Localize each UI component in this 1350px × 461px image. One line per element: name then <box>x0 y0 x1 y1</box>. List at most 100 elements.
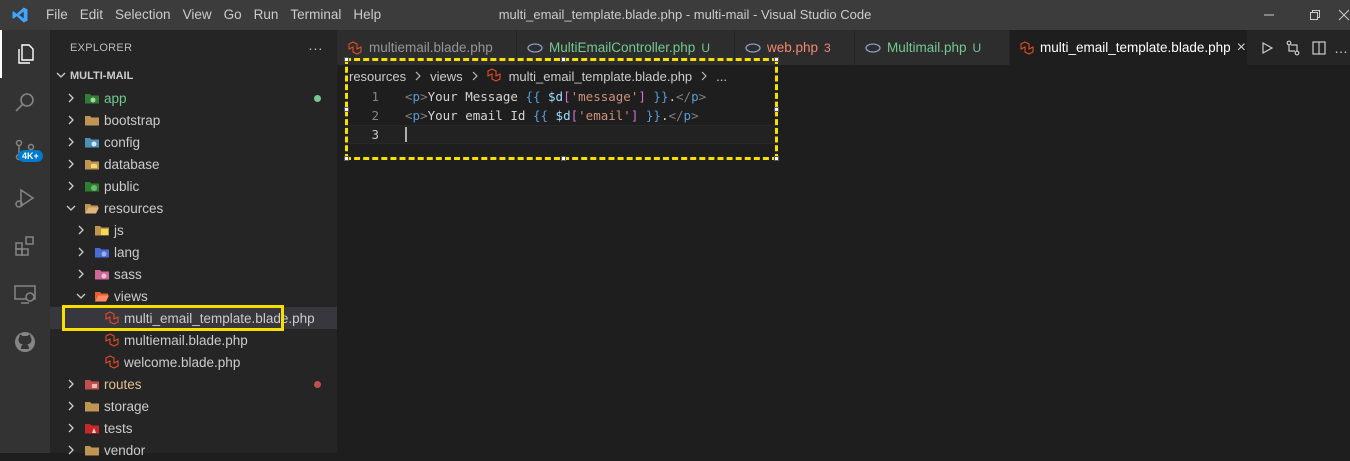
open-changes-icon[interactable] <box>1280 40 1306 56</box>
breadcrumb-file[interactable]: multi_email_template.blade.php <box>509 69 693 84</box>
folder-config-icon <box>84 134 100 150</box>
folder-app-icon <box>84 90 100 106</box>
tree-item-vendor[interactable]: vendor <box>50 439 337 461</box>
tree-item-storage[interactable]: storage <box>50 395 337 417</box>
chevron-right-icon <box>64 399 78 413</box>
breadcrumb: resources views multi_email_template.bla… <box>345 65 731 87</box>
tree-item-config[interactable]: config <box>50 131 337 153</box>
tree-item-views[interactable]: views <box>50 285 337 307</box>
line-number: 3 <box>371 127 379 142</box>
tab-label: multiemail.blade.php <box>369 40 493 55</box>
tab-multimail-php[interactable]: Multimail.php U <box>855 30 1010 65</box>
line-number: 1 <box>371 89 379 104</box>
close-tab-icon[interactable]: × <box>1237 39 1246 57</box>
tree-item-lang[interactable]: lang <box>50 241 337 263</box>
remote-explorer-icon[interactable] <box>0 270 50 318</box>
tab-multiemail-blade[interactable]: multiemail.blade.php <box>337 30 517 65</box>
folder-icon <box>84 398 100 414</box>
menu-terminal[interactable]: Terminal <box>284 0 347 30</box>
menu-go[interactable]: Go <box>218 0 248 30</box>
untracked-badge: U <box>972 40 982 55</box>
chevron-down-icon <box>54 68 68 85</box>
menu-help[interactable]: Help <box>347 0 387 30</box>
chevron-right-icon <box>64 157 78 171</box>
chevron-right-icon <box>64 179 78 193</box>
search-icon[interactable] <box>0 78 50 126</box>
more-actions-icon[interactable]: ··· <box>308 40 323 56</box>
extensions-icon[interactable] <box>0 222 50 270</box>
editor-tabs: multiemail.blade.php MultiEmailControlle… <box>337 30 1350 65</box>
tree-item-resources[interactable]: resources <box>50 197 337 219</box>
laravel-icon <box>104 310 120 326</box>
explorer-title: EXPLORER <box>70 41 133 54</box>
laravel-file-icon <box>347 40 363 55</box>
folder-public-icon <box>84 178 100 194</box>
folder-js-icon <box>94 222 110 238</box>
tree-item-bootstrap[interactable]: bootstrap <box>50 109 337 131</box>
breadcrumb-views[interactable]: views <box>430 69 463 84</box>
activity-bar: 4K+ <box>0 30 50 453</box>
github-icon[interactable] <box>0 318 50 366</box>
folder-lang-icon <box>94 244 110 260</box>
code-line[interactable]: <p>Your Message {{ $d['message'] }}.</p> <box>405 87 706 106</box>
tree-item-welcome-blade[interactable]: welcome.blade.php <box>50 351 337 373</box>
breadcrumb-symbols[interactable]: ... <box>716 69 727 84</box>
laravel-file-icon <box>487 67 501 85</box>
folder-icon <box>84 112 100 128</box>
chevron-right-icon <box>471 69 479 84</box>
tree-item-label: multiemail.blade.php <box>124 332 248 348</box>
tree-item-database[interactable]: database <box>50 153 337 175</box>
tree-item-label: config <box>104 134 141 150</box>
tab-multiemailcontroller[interactable]: MultiEmailController.php U <box>517 30 735 65</box>
minimize-icon[interactable] <box>1246 0 1292 30</box>
chevron-down-icon <box>74 289 88 303</box>
tab-web-php[interactable]: web.php 3 <box>735 30 855 65</box>
menu-selection[interactable]: Selection <box>109 0 177 30</box>
tab-label: multi_email_template.blade.php <box>1040 40 1231 55</box>
code-line[interactable]: <p>Your email Id {{ $d['email'] }}.</p> <box>405 106 699 125</box>
tree-item-multiemail-blade[interactable]: multiemail.blade.php <box>50 329 337 351</box>
tree-item-label: tests <box>104 420 133 436</box>
close-window-icon[interactable] <box>1338 0 1350 30</box>
menu-edit[interactable]: Edit <box>74 0 109 30</box>
tab-label: MultiEmailController.php <box>549 40 696 55</box>
tab-multi-email-template[interactable]: multi_email_template.blade.php × <box>1010 30 1248 65</box>
folder-sass-icon <box>94 266 110 282</box>
explorer-icon[interactable] <box>0 30 50 78</box>
php-file-icon <box>527 41 543 55</box>
split-editor-icon[interactable] <box>1306 40 1332 56</box>
workspace-section[interactable]: MULTI-MAIL <box>50 65 337 87</box>
tree-item-label: app <box>104 90 127 106</box>
run-debug-icon[interactable] <box>0 174 50 222</box>
tree-item-sass[interactable]: sass <box>50 263 337 285</box>
line-number: 2 <box>371 108 379 123</box>
breadcrumb-resources[interactable]: resources <box>349 69 406 84</box>
run-icon[interactable] <box>1254 41 1280 55</box>
tree-item-public[interactable]: public <box>50 175 337 197</box>
menu-file[interactable]: File <box>40 0 74 30</box>
tab-label: web.php <box>767 40 819 55</box>
chevron-right-icon <box>700 69 708 84</box>
tree-item-label: public <box>104 178 140 194</box>
restore-icon[interactable] <box>1292 0 1338 30</box>
menu-view[interactable]: View <box>177 0 218 30</box>
tree-item-multi-email-template[interactable]: multi_email_template.blade.php <box>50 307 337 329</box>
folder-db-icon <box>84 156 100 172</box>
tree-item-js[interactable]: js <box>50 219 337 241</box>
menu-run[interactable]: Run <box>248 0 285 30</box>
tree-item-routes[interactable]: routes <box>50 373 337 395</box>
source-control-badge: 4K+ <box>18 150 43 162</box>
tree-item-tests[interactable]: tests <box>50 417 337 439</box>
tree-item-label: bootstrap <box>104 112 161 128</box>
title-bar: File Edit Selection View Go Run Terminal… <box>0 0 1350 30</box>
tree-item-app[interactable]: app <box>50 87 337 109</box>
explorer-header: EXPLORER ··· <box>50 30 337 65</box>
tree-item-label: lang <box>114 244 140 260</box>
window-controls <box>1246 0 1350 30</box>
workspace-name: MULTI-MAIL <box>70 70 134 82</box>
chevron-down-icon <box>64 201 78 215</box>
more-actions-icon[interactable]: … <box>1332 40 1350 56</box>
tree-item-label: resources <box>104 200 164 216</box>
php-file-icon <box>865 41 881 55</box>
